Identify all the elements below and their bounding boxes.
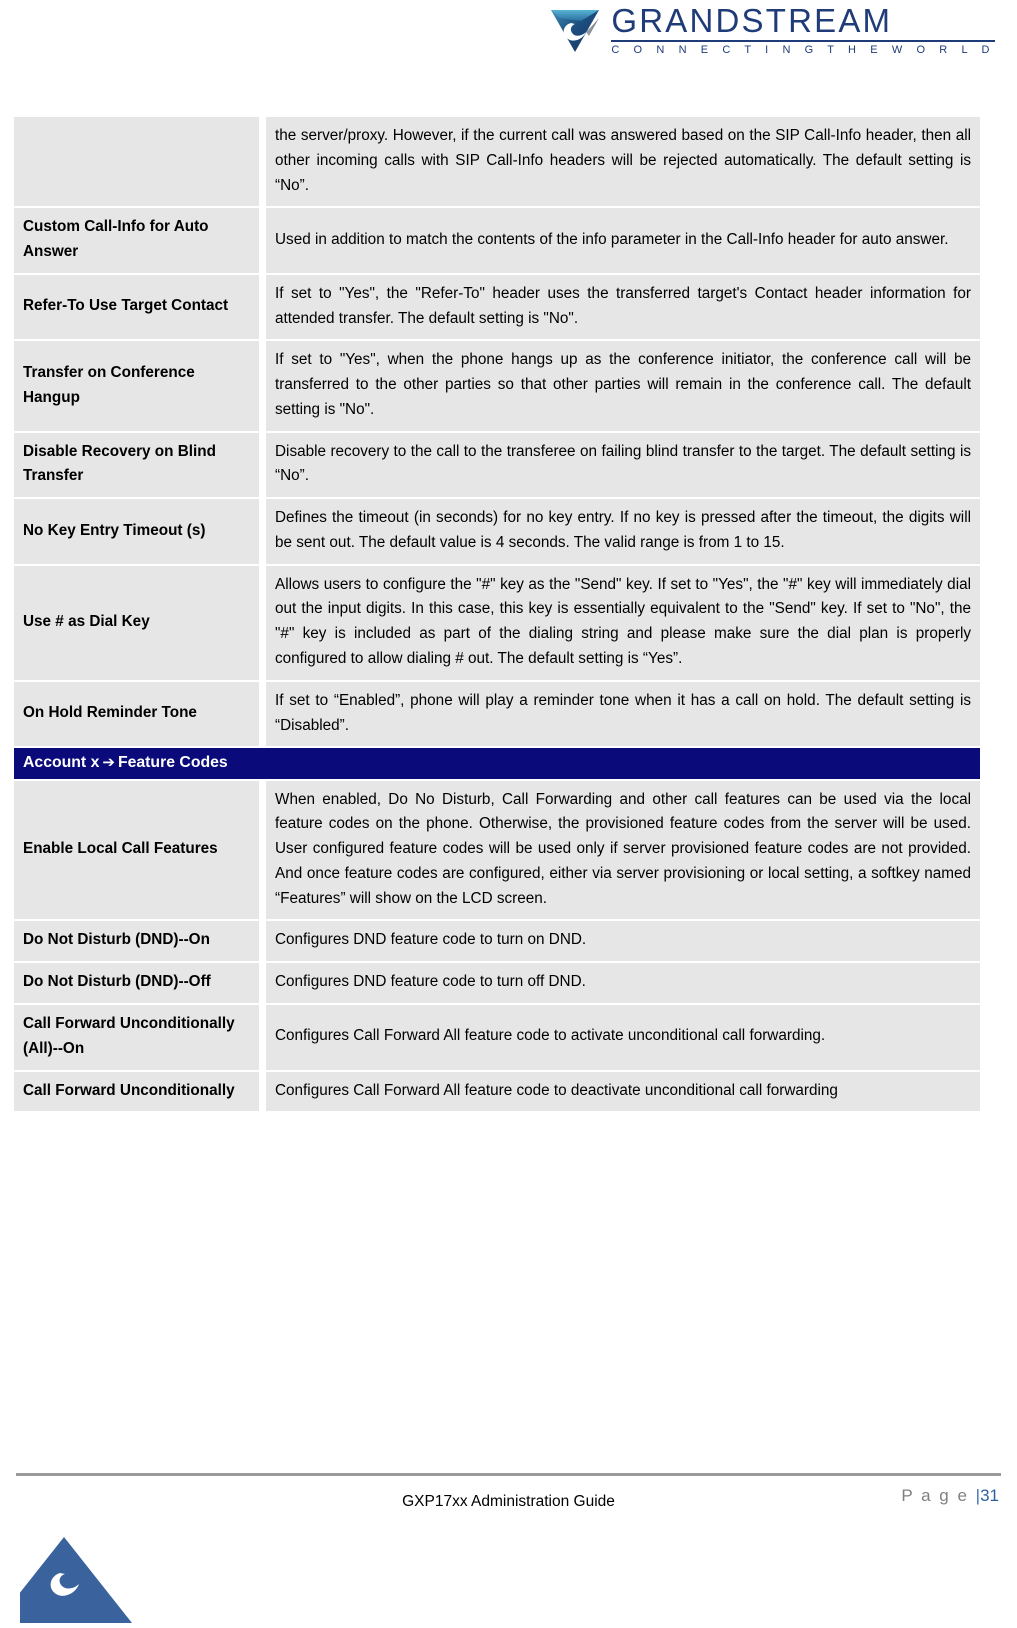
table-row: Disable Recovery on Blind Transfer Disab… — [14, 432, 980, 498]
row-description: If set to "Yes", when the phone hangs up… — [266, 341, 980, 431]
settings-table: the server/proxy. However, if the curren… — [14, 115, 980, 1113]
table-row: Custom Call-Info for Auto Answer Used in… — [14, 208, 980, 273]
brand-divider — [611, 40, 995, 42]
row-description: If set to “Enabled”, phone will play a r… — [266, 681, 980, 747]
row-description: Configures Call Forward All feature code… — [266, 1004, 980, 1070]
row-label — [14, 117, 266, 207]
row-label: Do Not Disturb (DND)--On — [14, 921, 266, 962]
row-label: Transfer on Conference Hangup — [14, 341, 266, 431]
page-number-block: P a g e |31 — [901, 1486, 999, 1506]
table-row: On Hold Reminder Tone If set to “Enabled… — [14, 681, 980, 747]
section-header-row: Account x ➔ Feature Codes — [14, 748, 980, 779]
footer-guide-title: GXP17xx Administration Guide — [402, 1493, 615, 1510]
table-row: Call Forward Unconditionally (All)--On C… — [14, 1004, 980, 1070]
row-description: the server/proxy. However, if the curren… — [266, 117, 980, 207]
row-label: Disable Recovery on Blind Transfer — [14, 432, 266, 498]
section-prefix: Account x — [23, 754, 100, 772]
row-description: When enabled, Do No Disturb, Call Forwar… — [266, 780, 980, 920]
table-row: Do Not Disturb (DND)--Off Configures DND… — [14, 963, 980, 1003]
row-label: Do Not Disturb (DND)--Off — [14, 963, 266, 1003]
brand-tagline: C O N N E C T I N G T H E W O R L D — [611, 44, 995, 56]
section-header-cell: Account x ➔ Feature Codes — [14, 748, 980, 779]
row-label: No Key Entry Timeout (s) — [14, 499, 266, 564]
brand-name: GRANDSTREAM — [611, 2, 893, 39]
table-row: Use # as Dial Key Allows users to config… — [14, 565, 980, 680]
row-label: On Hold Reminder Tone — [14, 681, 266, 747]
table-row: Do Not Disturb (DND)--On Configures DND … — [14, 921, 980, 962]
footer-divider — [16, 1473, 1001, 1476]
row-description: Configures Call Forward All feature code… — [266, 1071, 980, 1112]
page-number: 31 — [980, 1486, 999, 1505]
page-label: P a g e — [901, 1486, 976, 1505]
table-row: Enable Local Call Features When enabled,… — [14, 780, 980, 920]
row-label: Enable Local Call Features — [14, 780, 266, 920]
arrow-right-icon: ➔ — [102, 753, 115, 772]
row-description: Disable recovery to the call to the tran… — [266, 432, 980, 498]
table-row: No Key Entry Timeout (s) Defines the tim… — [14, 499, 980, 564]
row-label: Call Forward Unconditionally (All)--On — [14, 1004, 266, 1070]
row-description: If set to "Yes", the "Refer-To" header u… — [266, 274, 980, 340]
row-label: Use # as Dial Key — [14, 565, 266, 680]
row-description: Configures DND feature code to turn off … — [266, 963, 980, 1003]
brand-wordmark: GRANDSTREAM C O N N E C T I N G T H E W … — [611, 4, 995, 56]
table-row: Refer-To Use Target Contact If set to "Y… — [14, 274, 980, 340]
row-label: Call Forward Unconditionally — [14, 1071, 266, 1112]
brand-logo: GRANDSTREAM C O N N E C T I N G T H E W … — [545, 4, 995, 56]
row-description: Defines the timeout (in seconds) for no … — [266, 499, 980, 564]
row-description: Used in addition to match the contents o… — [266, 208, 980, 273]
section-suffix: Feature Codes — [117, 754, 228, 772]
row-description: Allows users to configure the "#" key as… — [266, 565, 980, 680]
grandstream-swoosh-icon — [545, 6, 603, 54]
row-description: Configures DND feature code to turn on D… — [266, 921, 980, 962]
table-row: Transfer on Conference Hangup If set to … — [14, 341, 980, 431]
page-footer: GXP17xx Administration Guide P a g e |31 — [0, 1465, 1017, 1623]
grandstream-triangle-icon — [0, 1531, 140, 1623]
row-label: Custom Call-Info for Auto Answer — [14, 208, 266, 273]
row-label: Refer-To Use Target Contact — [14, 274, 266, 340]
table-row: Call Forward Unconditionally Configures … — [14, 1071, 980, 1112]
table-body: the server/proxy. However, if the curren… — [14, 117, 980, 1112]
table-row: the server/proxy. However, if the curren… — [14, 117, 980, 207]
page-header: GRANDSTREAM C O N N E C T I N G T H E W … — [0, 0, 1017, 75]
